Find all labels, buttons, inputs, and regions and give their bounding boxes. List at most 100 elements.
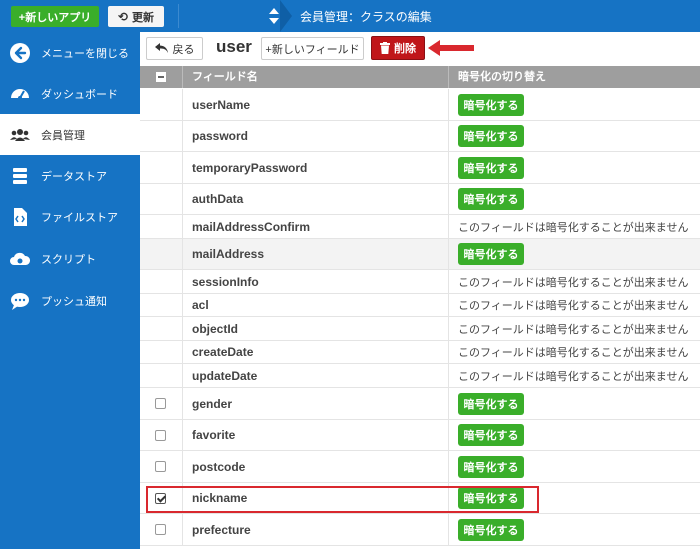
encryption-cell: 暗号化する: [448, 514, 700, 545]
row-checkbox-cell: [140, 184, 181, 214]
field-name-cell: gender: [182, 388, 448, 419]
back-arrow-icon: [154, 43, 168, 53]
sidebar-item-script[interactable]: スクリプト: [0, 238, 140, 279]
database-icon: [9, 165, 31, 187]
not-encryptable-text: このフィールドは暗号化することが出来ません: [458, 300, 689, 312]
refresh-label: 更新: [132, 11, 155, 24]
table-row: objectId このフィールドは暗号化することが出来ません: [140, 317, 700, 341]
encryption-cell: このフィールドは暗号化することが出来ません: [448, 341, 700, 363]
field-name-cell: favorite: [182, 420, 448, 450]
row-checkbox[interactable]: [155, 461, 166, 472]
encrypt-button[interactable]: 暗号化する: [458, 93, 524, 116]
encryption-cell: このフィールドは暗号化することが出来ません: [448, 294, 700, 316]
encryption-cell: このフィールドは暗号化することが出来ません: [448, 270, 700, 293]
trash-icon: [380, 42, 390, 54]
sidebar-item-members[interactable]: 会員管理: [0, 114, 140, 155]
breadcrumb-chevron-icon: [280, 0, 292, 32]
class-toolbar: 戻る user +新しいフィールド 削除: [140, 32, 700, 66]
field-name-cell: temporaryPassword: [182, 152, 448, 183]
sidebar-item-filestore[interactable]: ファイルストア: [0, 196, 140, 237]
sidebar-item-label: ファイルストア: [41, 211, 118, 224]
encrypt-button[interactable]: 暗号化する: [458, 188, 524, 210]
sidebar-item-label: スクリプト: [41, 253, 96, 266]
encrypt-button[interactable]: 暗号化する: [458, 156, 524, 179]
sidebar-item-push[interactable]: プッシュ通知: [0, 280, 140, 321]
field-name-cell: userName: [182, 89, 448, 120]
table-header: フィールド名 暗号化の切り替え: [140, 66, 700, 88]
field-name-cell: sessionInfo: [182, 270, 448, 293]
row-checkbox[interactable]: [155, 398, 166, 409]
top-bar: +新しいアプリ ⟲ 更新 会員管理：クラスの編集: [0, 0, 700, 32]
header-field-name: フィールド名: [182, 66, 448, 88]
encrypt-button[interactable]: 暗号化する: [458, 424, 524, 446]
field-name-cell: objectId: [182, 317, 448, 340]
new-app-button[interactable]: +新しいアプリ: [11, 6, 99, 27]
cloud-gear-icon: [9, 248, 31, 270]
refresh-icon: ⟲: [117, 9, 129, 24]
table-row: createDate このフィールドは暗号化することが出来ません: [140, 341, 700, 364]
sidebar-item-datastore[interactable]: データストア: [0, 155, 140, 196]
class-select[interactable]: 会員管理：クラスの編集: [300, 8, 432, 25]
sidebar-item-label: ダッシュボード: [41, 88, 118, 101]
chat-bubble-icon: [9, 290, 31, 312]
encryption-cell: 暗号化する: [448, 239, 700, 269]
encryption-cell: 暗号化する: [448, 152, 700, 183]
encrypt-button[interactable]: 暗号化する: [458, 455, 524, 478]
annotation-arrow-icon: [428, 40, 474, 56]
delete-label: 削除: [394, 43, 416, 55]
row-checkbox-cell: [140, 152, 181, 183]
encrypt-button[interactable]: 暗号化する: [458, 125, 524, 147]
row-checkbox[interactable]: [155, 524, 166, 535]
users-icon: [9, 124, 31, 146]
row-checkbox-cell: [140, 420, 181, 450]
table-row: authData 暗号化する: [140, 184, 700, 215]
sidebar-item-label: メニューを閉じる: [41, 47, 129, 60]
refresh-button[interactable]: ⟲ 更新: [108, 6, 164, 27]
divider: [178, 4, 179, 28]
sidebar: メニューを閉じる ダッシュボード 会員管理 データストア ファイルストア スクリ…: [0, 32, 140, 549]
field-name-cell: mailAddress: [182, 239, 448, 269]
new-field-button[interactable]: +新しいフィールド: [261, 37, 364, 60]
encryption-cell: このフィールドは暗号化することが出来ません: [448, 364, 700, 387]
encrypt-button[interactable]: 暗号化する: [458, 392, 524, 415]
field-name-cell: mailAddressConfirm: [182, 215, 448, 238]
sidebar-item-dashboard[interactable]: ダッシュボード: [0, 73, 140, 114]
table-row: sessionInfo このフィールドは暗号化することが出来ません: [140, 270, 700, 294]
not-encryptable-text: このフィールドは暗号化することが出来ません: [458, 347, 689, 359]
not-encryptable-text: このフィールドは暗号化することが出来ません: [458, 370, 689, 383]
row-checkbox-cell: [140, 294, 181, 316]
encrypt-button[interactable]: 暗号化する: [458, 243, 524, 265]
arrow-left-circle-icon: [9, 42, 31, 64]
class-name-title: user: [216, 37, 252, 56]
table-row: favorite 暗号化する: [140, 420, 700, 451]
row-checkbox-cell: [140, 121, 181, 151]
field-name-cell: acl: [182, 294, 448, 316]
delete-button[interactable]: 削除: [371, 36, 425, 60]
row-checkbox-cell: [140, 451, 181, 482]
row-checkbox-cell: [140, 364, 181, 387]
row-checkbox-cell: [140, 317, 181, 340]
table-row: userName 暗号化する: [140, 89, 700, 121]
encryption-cell: 暗号化する: [448, 89, 700, 120]
encryption-cell: このフィールドは暗号化することが出来ません: [448, 317, 700, 340]
row-checkbox-cell: [140, 215, 181, 238]
encrypt-button[interactable]: 暗号化する: [458, 518, 524, 541]
encryption-cell: このフィールドは暗号化することが出来ません: [448, 215, 700, 238]
back-label: 戻る: [172, 43, 195, 56]
row-checkbox-cell: [140, 270, 181, 293]
table-row: gender 暗号化する: [140, 388, 700, 420]
table-row: prefecture 暗号化する: [140, 514, 700, 546]
select-updown-icon[interactable]: [268, 7, 280, 25]
sidebar-item-label: プッシュ通知: [41, 295, 107, 308]
table-row: updateDate このフィールドは暗号化することが出来ません: [140, 364, 700, 388]
sidebar-item-close-menu[interactable]: メニューを閉じる: [0, 32, 140, 73]
encryption-cell: 暗号化する: [448, 121, 700, 151]
back-button[interactable]: 戻る: [146, 37, 203, 60]
encryption-cell: 暗号化する: [448, 420, 700, 450]
table-row: mailAddress 暗号化する: [140, 239, 700, 270]
select-all-checkbox[interactable]: [140, 66, 181, 88]
not-encryptable-text: このフィールドは暗号化することが出来ません: [458, 221, 689, 234]
row-checkbox[interactable]: [155, 429, 166, 441]
table-row: temporaryPassword 暗号化する: [140, 152, 700, 184]
row-checkbox-cell: [140, 341, 181, 363]
